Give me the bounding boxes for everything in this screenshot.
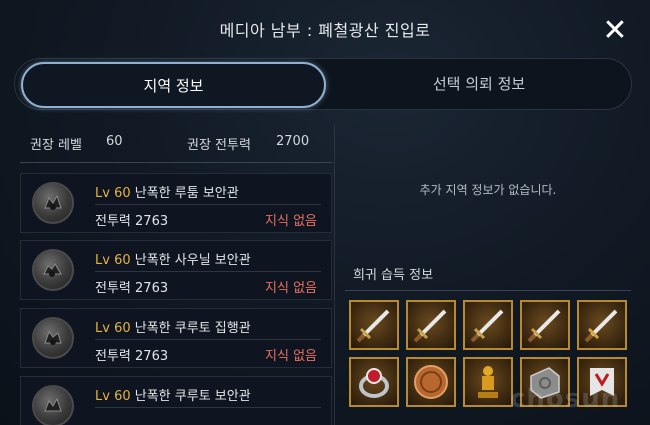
monster-level: Lv 60 <box>95 186 131 201</box>
monster-name: Lv 60 난폭한 쿠루토 집행관 <box>95 317 251 336</box>
bronze-coin-icon[interactable] <box>406 357 456 407</box>
close-icon[interactable]: ✕ <box>598 14 632 48</box>
rare-loot-heading: 희귀 습득 정보 <box>353 268 434 283</box>
monster-power-label: 전투력 <box>95 349 131 364</box>
monster-power-value: 2763 <box>135 281 169 296</box>
monster-name: Lv 60 난폭한 사우닐 보안관 <box>95 249 251 268</box>
sword-icon[interactable] <box>349 300 399 350</box>
monster-list-item[interactable]: Lv 60 난폭한 사우닐 보안관 전투력 2763 지식 없음 <box>20 240 332 300</box>
monster-list-item[interactable]: Lv 60 난폭한 쿠루토 보안관 <box>20 376 332 425</box>
recommended-power-label: 권장 전투력 <box>187 138 251 153</box>
watermark-logo: chosun <box>510 384 621 414</box>
divider <box>345 290 631 291</box>
monster-power: 전투력 2763 <box>95 210 168 229</box>
divider <box>20 162 333 163</box>
tab-region-info[interactable]: 지역 정보 <box>21 62 326 108</box>
monster-level: Lv 60 <box>95 389 131 404</box>
monster-knowledge-status: 지식 없음 <box>265 281 317 296</box>
region-monster-column: 권장 레벨 60 권장 전투력 2700 Lv 60 난폭한 루툼 보안관 전투… <box>10 124 333 425</box>
monster-list-item[interactable]: Lv 60 난폭한 루툼 보안관 전투력 2763 지식 없음 <box>20 173 332 233</box>
tab-bar: 지역 정보 선택 의뢰 정보 <box>14 58 632 110</box>
monster-portrait-icon <box>32 249 74 291</box>
monster-power-label: 전투력 <box>95 214 131 229</box>
monster-name: Lv 60 난폭한 쿠루토 보안관 <box>95 385 251 404</box>
recommendation-row: 권장 레벨 60 권장 전투력 2700 <box>10 124 333 160</box>
monster-title: 난폭한 루툼 보안관 <box>134 186 239 201</box>
monster-level: Lv 60 <box>95 253 131 268</box>
divider <box>95 407 321 408</box>
monster-power-value: 2763 <box>135 349 169 364</box>
divider <box>95 339 321 340</box>
monster-title: 난폭한 쿠루토 집행관 <box>134 321 251 336</box>
monster-list-item[interactable]: Lv 60 난폭한 쿠루토 집행관 전투력 2763 지식 없음 <box>20 308 332 368</box>
monster-name: Lv 60 난폭한 루툼 보안관 <box>95 182 239 201</box>
ruby-ring-icon[interactable] <box>349 357 399 407</box>
divider <box>95 204 321 205</box>
monster-level: Lv 60 <box>95 321 131 336</box>
monster-knowledge-status: 지식 없음 <box>265 214 317 229</box>
monster-power: 전투력 2763 <box>95 277 168 296</box>
monster-title: 난폭한 쿠루토 보안관 <box>134 389 251 404</box>
monster-title: 난폭한 사우닐 보안관 <box>134 253 251 268</box>
monster-portrait-icon <box>32 317 74 359</box>
monster-power: 전투력 2763 <box>95 345 168 364</box>
golden-trophy-icon[interactable] <box>463 357 513 407</box>
monster-power-label: 전투력 <box>95 281 131 296</box>
monster-knowledge-status: 지식 없음 <box>265 349 317 364</box>
recommended-level-label: 권장 레벨 <box>30 138 82 153</box>
monster-portrait-icon <box>32 385 74 425</box>
sword-icon[interactable] <box>577 300 627 350</box>
tab-selected-quest-info[interactable]: 선택 의뢰 정보 <box>333 62 625 108</box>
sword-icon[interactable] <box>520 300 570 350</box>
recommended-level-value: 60 <box>106 134 123 149</box>
monster-power-value: 2763 <box>135 214 169 229</box>
region-extra-column: 추가 지역 정보가 없습니다. 희귀 습득 정보 <box>334 124 640 425</box>
monster-portrait-icon <box>32 182 74 224</box>
sword-icon[interactable] <box>406 300 456 350</box>
region-info-panel: 메디아 남부 : 폐철광산 진입로 ✕ 지역 정보 선택 의뢰 정보 권장 레벨… <box>0 0 650 425</box>
window-title: 메디아 남부 : 폐철광산 진입로 <box>219 21 431 40</box>
divider <box>95 271 321 272</box>
empty-region-info-message: 추가 지역 정보가 없습니다. <box>419 183 557 197</box>
sword-icon[interactable] <box>463 300 513 350</box>
recommended-power-value: 2700 <box>276 134 310 149</box>
